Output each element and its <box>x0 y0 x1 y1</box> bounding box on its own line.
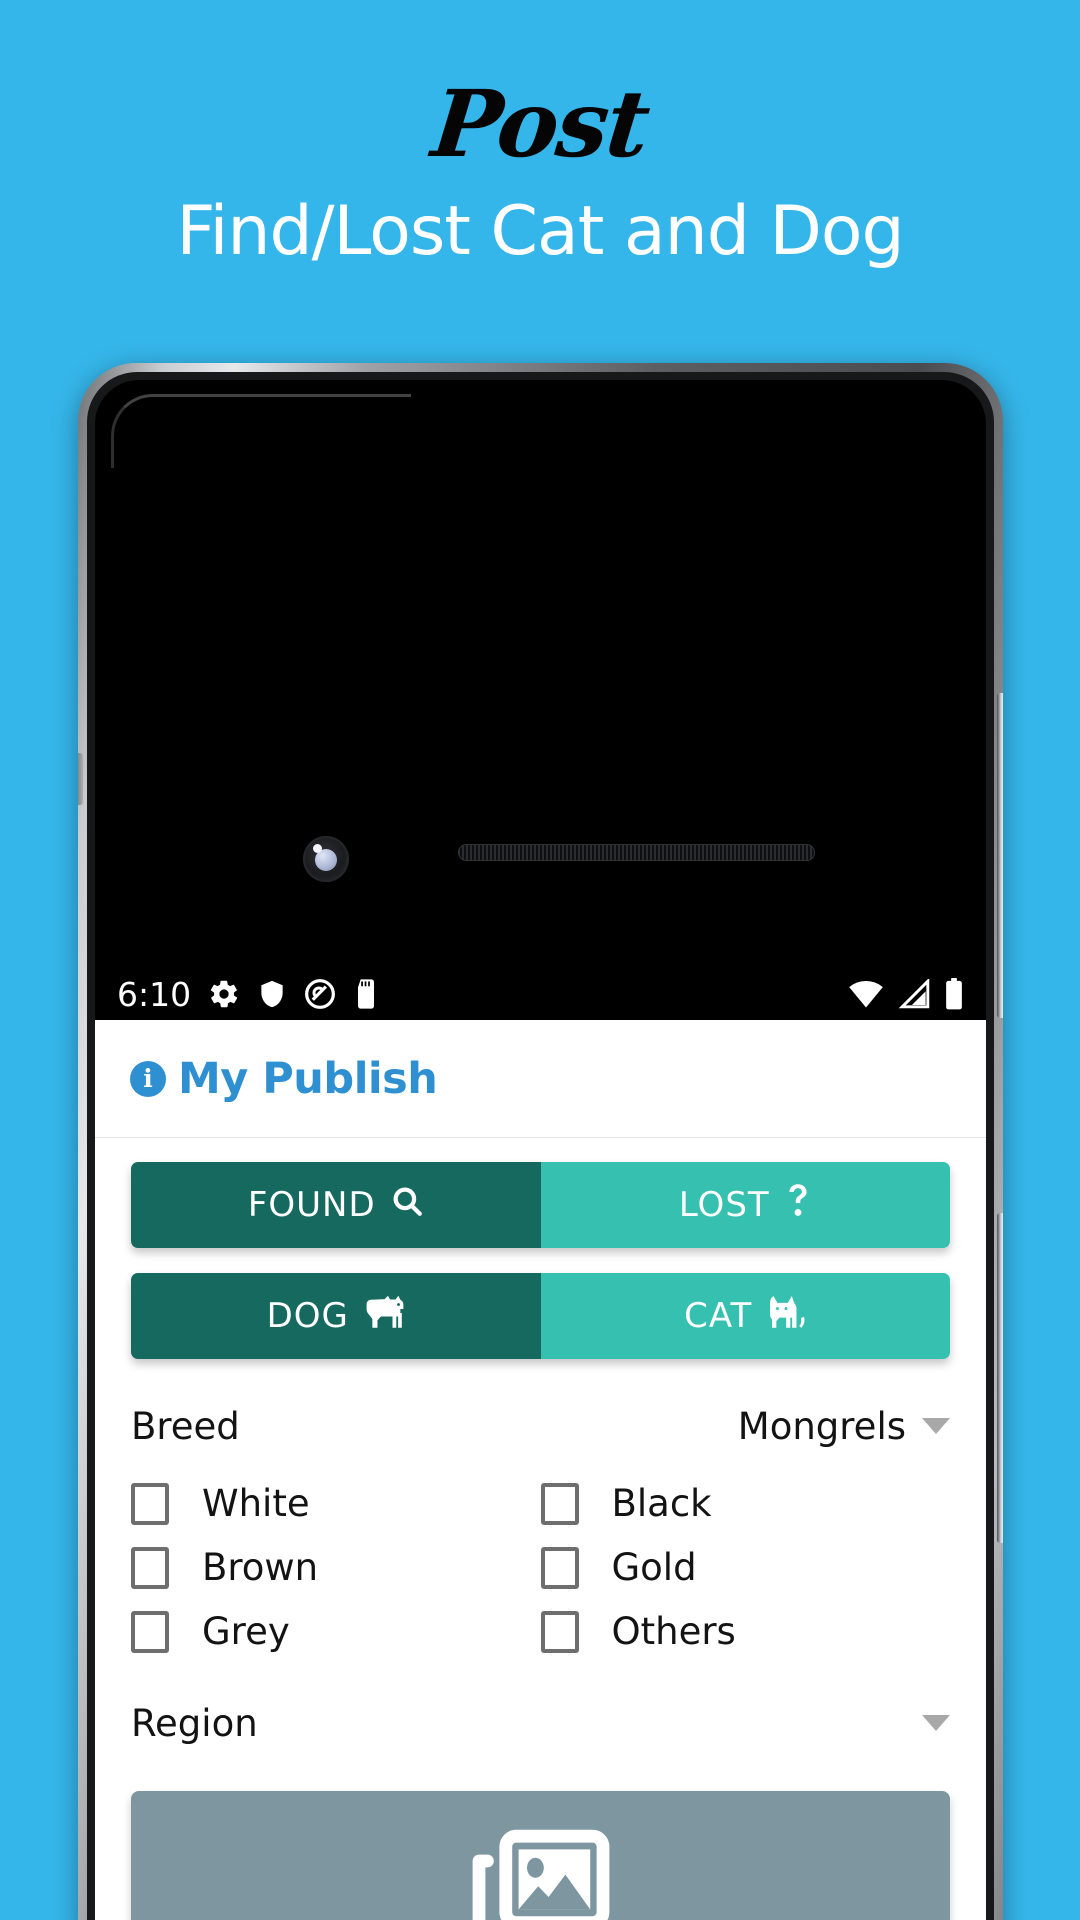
checkbox-box[interactable] <box>131 1546 169 1589</box>
checkbox-item[interactable]: White <box>131 1482 541 1525</box>
question-mark-icon <box>784 1183 812 1228</box>
checkbox-label: White <box>202 1482 310 1525</box>
shield-icon <box>257 978 287 1010</box>
cat-toggle-button[interactable]: CAT <box>540 1273 950 1359</box>
region-row: Region <box>131 1683 950 1763</box>
status-bar-right <box>848 978 964 1010</box>
checkbox-box[interactable] <box>131 1610 169 1653</box>
front-camera-icon <box>303 836 349 882</box>
app-content: i My Publish FOUND LOST DOG CAT Breed Mo… <box>95 1020 986 1920</box>
chevron-down-icon <box>922 1418 950 1434</box>
chevron-down-icon <box>922 1715 950 1731</box>
region-label: Region <box>131 1701 258 1745</box>
checkbox-box[interactable] <box>540 1610 579 1653</box>
checkbox-label: Grey <box>202 1610 290 1653</box>
checkbox-label: Others <box>611 1610 736 1653</box>
cat-label: CAT <box>684 1296 753 1336</box>
info-icon[interactable]: i <box>130 1060 166 1097</box>
checkbox-label: Gold <box>611 1546 697 1589</box>
checkbox-label: Black <box>611 1482 712 1525</box>
checkbox-item[interactable]: Gold <box>540 1546 951 1589</box>
cellular-signal-icon <box>898 979 930 1009</box>
promo-title: Post <box>427 70 653 178</box>
phone-screen: 6:10 i My Publish FOUND LOST DOG CAT Bre… <box>95 380 986 1920</box>
region-dropdown[interactable] <box>906 1715 950 1731</box>
checkbox-item[interactable]: Others <box>540 1610 951 1653</box>
app-bar: i My Publish <box>95 1020 986 1138</box>
status-time: 6:10 <box>117 974 192 1014</box>
photo-library-icon <box>461 1823 621 1920</box>
promo-subtitle: Find/Lost Cat and Dog <box>176 192 904 271</box>
dog-label: DOG <box>266 1296 349 1336</box>
wifi-icon <box>848 979 884 1009</box>
status-bar: 6:10 <box>95 968 986 1020</box>
checkbox-box[interactable] <box>540 1482 579 1525</box>
checkbox-item[interactable]: Grey <box>131 1610 541 1653</box>
form-body: FOUND LOST DOG CAT Breed Mongrels White … <box>95 1138 986 1920</box>
checkbox-box[interactable] <box>131 1482 169 1525</box>
search-icon <box>390 1184 424 1227</box>
lost-toggle-button[interactable]: LOST <box>540 1162 950 1248</box>
promo-header: Post Find/Lost Cat and Dog <box>0 0 1080 267</box>
phone-power-button[interactable] <box>997 1213 1003 1543</box>
status-toggle-group: FOUND LOST <box>131 1162 950 1248</box>
phone-volume-button[interactable] <box>997 693 1003 1018</box>
earpiece-speaker <box>458 844 815 861</box>
phone-mockup: 6:10 i My Publish FOUND LOST DOG CAT Bre… <box>78 363 1003 1920</box>
dog-toggle-button[interactable]: DOG <box>131 1273 541 1359</box>
phone-left-button[interactable] <box>78 753 83 805</box>
found-toggle-button[interactable]: FOUND <box>131 1162 541 1248</box>
battery-icon <box>944 978 964 1010</box>
sd-card-icon <box>353 978 379 1010</box>
checkbox-label: Brown <box>202 1546 319 1589</box>
found-label: FOUND <box>247 1185 376 1225</box>
breed-row: Breed Mongrels <box>131 1384 950 1468</box>
dog-icon <box>363 1295 405 1338</box>
lost-label: LOST <box>678 1185 770 1225</box>
cat-icon <box>766 1295 806 1338</box>
checkbox-item[interactable]: Black <box>540 1482 951 1525</box>
do-not-disturb-icon <box>304 978 336 1010</box>
breed-value: Mongrels <box>737 1404 906 1448</box>
breed-label: Breed <box>131 1404 240 1448</box>
photo-slot-1[interactable] <box>131 1791 950 1920</box>
checkbox-item[interactable]: Brown <box>131 1546 541 1589</box>
status-bar-left: 6:10 <box>117 975 379 1014</box>
page-title: My Publish <box>178 1053 438 1104</box>
breed-dropdown[interactable]: Mongrels <box>738 1405 950 1448</box>
color-checkbox-grid: White Black Brown Gold Grey Others <box>131 1482 950 1653</box>
animal-toggle-group: DOG CAT <box>131 1273 950 1359</box>
checkbox-box[interactable] <box>540 1546 579 1589</box>
gear-icon <box>208 978 240 1010</box>
screen-glare <box>111 394 411 468</box>
